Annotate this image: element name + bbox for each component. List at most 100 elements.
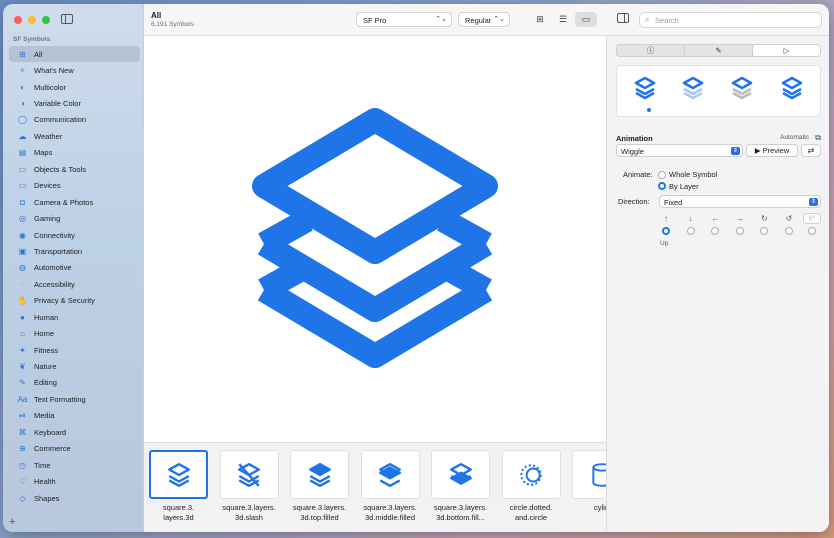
zoom-button[interactable]: [42, 16, 50, 24]
leaf-icon: ❦: [19, 362, 26, 372]
sidebar-item-all[interactable]: ⊞ All: [9, 46, 140, 63]
sidebar-item-commerce[interactable]: ⊕ Commerce: [9, 441, 140, 457]
sidebar-item-transportation[interactable]: ▣ Transportation: [9, 243, 140, 259]
font-popup[interactable]: SF Pro ⌃⌄: [356, 12, 452, 27]
symbol-strip: square.3. layers.3d square.3.layers. 3d.s…: [144, 442, 606, 532]
symbol-tile[interactable]: cylin: [572, 450, 606, 513]
animation-effect-popup[interactable]: Wiggle ⇕: [616, 144, 743, 157]
minimize-button[interactable]: [28, 16, 36, 24]
command-icon: ⌘: [18, 427, 27, 437]
sidebar-item-label: Nature: [34, 362, 57, 372]
direction-radio[interactable]: [711, 227, 720, 235]
inspector-toggle-icon[interactable]: [617, 13, 629, 23]
direction-popup[interactable]: Fixed ⇕: [659, 195, 821, 208]
sidebar-item-maps[interactable]: ▤ Maps: [9, 145, 140, 161]
tab-rendering[interactable]: ✎: [685, 45, 753, 56]
preview-button[interactable]: ▶ Preview: [746, 144, 798, 157]
symbol-tile[interactable]: square.3.layers. 3d.slash: [219, 450, 279, 522]
sidebar-item-camera-photos[interactable]: ◘ Camera & Photos: [9, 194, 140, 210]
direction-radio[interactable]: [808, 227, 816, 235]
symbol-tile-label: square.3.layers. 3d.top.filled: [292, 503, 347, 522]
sidebar-item-gaming[interactable]: ◎ Gaming: [9, 210, 140, 226]
search-field[interactable]: ⌕: [639, 12, 822, 28]
sidebar-item-label: Media: [34, 411, 55, 421]
sidebar-item-health[interactable]: ♡ Health: [9, 473, 140, 489]
sidebar-toggle-icon[interactable]: [61, 14, 73, 24]
square-3-layers-3d-bottom-filled-icon: [449, 462, 472, 485]
search-input[interactable]: [655, 14, 815, 26]
square-3-layers-3d-top-filled-icon: [308, 462, 331, 487]
whole-symbol-radio[interactable]: [658, 171, 666, 179]
tab-info[interactable]: ⓘ: [617, 45, 685, 56]
direction-radio[interactable]: [785, 227, 793, 235]
symbol-tile-box: [431, 450, 490, 499]
sidebar-item-time[interactable]: ◷ Time: [9, 457, 140, 473]
sidebar-item-accessibility[interactable]: ◌ Accessibility: [9, 276, 140, 292]
symbol-tile[interactable]: square.3. layers.3d: [149, 450, 208, 522]
symbol-tile[interactable]: square.3.layers. 3d.top.filled: [290, 450, 349, 522]
list-view-icon[interactable]: ☰: [552, 12, 574, 27]
sidebar-item-privacy-security[interactable]: ✋ Privacy & Security: [9, 293, 140, 309]
sidebar-item-label: Connectivity: [34, 230, 75, 240]
sidebar-item-media[interactable]: ⏯ Media: [9, 408, 140, 424]
direction-radio[interactable]: [686, 227, 695, 235]
sidebar-item-text-formatting[interactable]: Aa Text Formatting: [9, 391, 140, 407]
direction-radio[interactable]: [760, 227, 769, 235]
sidebar-item-editing[interactable]: ✎ Editing: [9, 375, 140, 391]
variant-2-icon[interactable]: [681, 76, 705, 100]
copy-icon[interactable]: ⧉: [815, 133, 821, 143]
sidebar-item-automotive[interactable]: ◍ Automotive: [9, 260, 140, 276]
sidebar-item-keyboard[interactable]: ⌘ Keyboard: [9, 424, 140, 440]
whole-symbol-label: Whole Symbol: [669, 170, 718, 179]
square-3-layers-3d-slash-icon: [238, 462, 260, 487]
symbol-tile-box: [501, 450, 561, 499]
sidebar-item-variable-color[interactable]: ◑ Variable Color: [9, 95, 140, 111]
sidebar-item-label: Time: [34, 460, 51, 470]
gallery-view-icon[interactable]: ▭: [575, 12, 597, 27]
symbol-tile[interactable]: square.3.layers. 3d.middle.filled: [360, 450, 420, 522]
hand-icon: ✋: [17, 296, 28, 306]
clock-icon: ◷: [19, 460, 26, 470]
arrow-left-icon: ←: [711, 214, 720, 223]
by-layer-radio[interactable]: [658, 182, 666, 190]
sidebar-item-what-s-new[interactable]: ✧ What's New: [9, 62, 140, 78]
sidebar-item-label: Accessibility: [34, 279, 75, 289]
variant-4-icon[interactable]: [780, 76, 804, 100]
sidebar-item-human[interactable]: ● Human: [9, 309, 140, 325]
sidebar-item-multicolor[interactable]: ◐ Multicolor: [9, 79, 140, 95]
degree-field[interactable]: 0°: [803, 213, 821, 224]
sidebar-item-nature[interactable]: ❦ Nature: [9, 358, 140, 374]
close-button[interactable]: [14, 16, 22, 24]
direction-radio[interactable]: [735, 227, 744, 235]
direction-radio[interactable]: [662, 227, 670, 235]
sidebar-item-devices[interactable]: ▭ Devices: [9, 178, 140, 194]
symbol-tile[interactable]: square.3.layers. 3d.bottom.fill...: [431, 450, 490, 522]
tab-animation[interactable]: ▷: [753, 45, 820, 56]
palette-icon: ◐: [20, 82, 25, 92]
search-icon: ⌕: [645, 15, 650, 24]
animation-variants: [616, 65, 821, 117]
variant-3-icon[interactable]: [730, 76, 754, 100]
variant-1-icon[interactable]: [633, 76, 657, 100]
house-icon: ⌂: [20, 329, 25, 339]
sidebar-item-home[interactable]: ⌂ Home: [9, 325, 140, 341]
circle-dotted-and-circle-icon: [520, 463, 542, 486]
grid-view-icon[interactable]: ⊞: [529, 12, 551, 27]
repeat-icon[interactable]: ⇄: [801, 144, 821, 157]
symbol-tile[interactable]: circle.dotted. and.circle: [501, 450, 561, 522]
sidebar-item-connectivity[interactable]: ◉ Connectivity: [9, 227, 140, 243]
weight-popup[interactable]: Regular ⌃⌄: [458, 12, 510, 27]
sidebar-item-shapes[interactable]: ◇ Shapes: [9, 490, 140, 506]
arrow-down-icon: ↓: [688, 214, 693, 223]
sidebar-item-communication[interactable]: ◯ Communication: [9, 112, 140, 128]
symbol-tile-box: [360, 450, 420, 499]
sidebar-item-weather[interactable]: ☁ Weather: [9, 128, 140, 144]
selected-variant-indicator: [647, 108, 651, 112]
sidebar-item-objects-tools[interactable]: ▭ Objects & Tools: [9, 161, 140, 177]
sidebar-item-label: Objects & Tools: [34, 164, 86, 174]
symbol-tile-label: square.3.layers. 3d.bottom.fill...: [433, 503, 488, 522]
sidebar-item-fitness[interactable]: ✦ Fitness: [9, 342, 140, 358]
sidebar-section-title: SF Symbols: [13, 36, 51, 43]
add-collection-button[interactable]: +: [9, 516, 15, 528]
app-window: SF Symbols ⊞ All ✧ What's New ◐ Multicolor ◑ Va…: [3, 4, 829, 532]
